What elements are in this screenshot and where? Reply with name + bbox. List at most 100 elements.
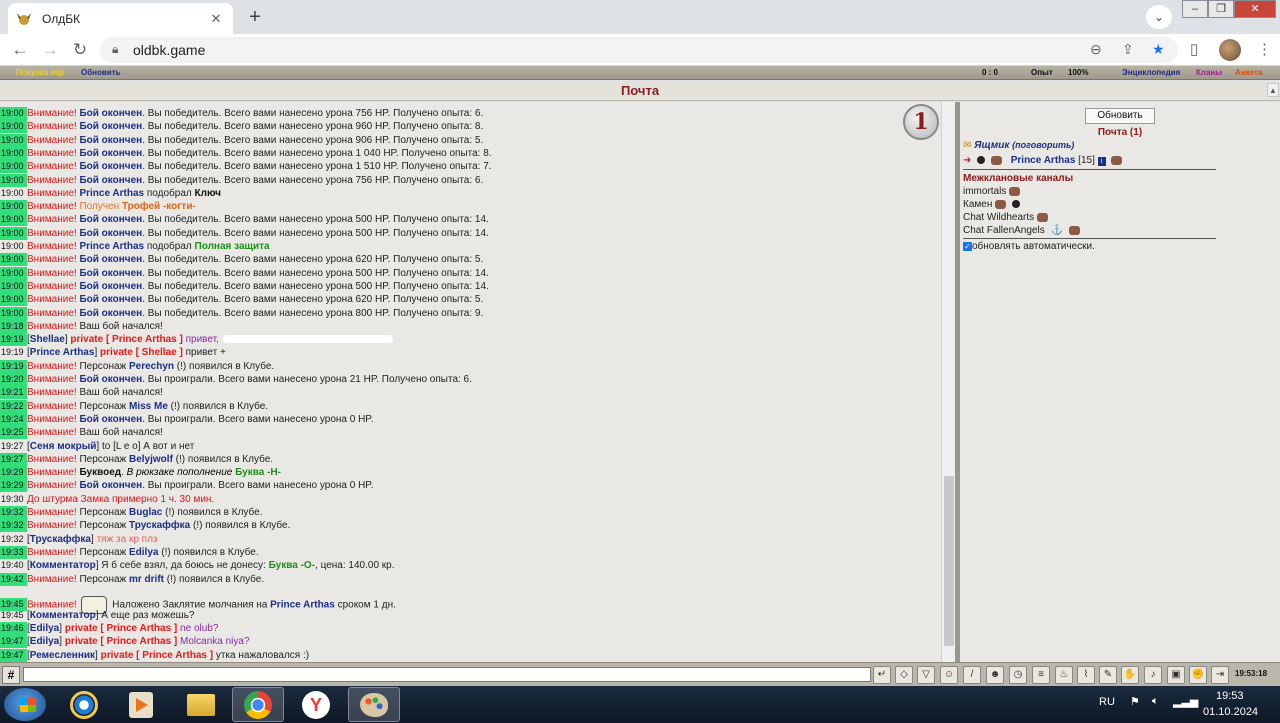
message-timestamp[interactable]: 19:47: [0, 648, 27, 662]
message-timestamp[interactable]: 19:46: [0, 622, 27, 636]
player-link[interactable]: private [ Prince Arthas ]: [65, 623, 177, 634]
new-tab-button[interactable]: +: [242, 5, 268, 31]
player-link[interactable]: Бой окончен: [79, 175, 142, 186]
player-link[interactable]: Бой окончен: [79, 161, 142, 172]
player-link[interactable]: Комментатор: [30, 560, 96, 571]
media-player-taskbar-button[interactable]: [115, 687, 167, 722]
auto-refresh-checkbox[interactable]: ✓: [963, 241, 972, 251]
player-link[interactable]: Buglac: [129, 507, 162, 518]
share-icon[interactable]: ⇪: [1122, 41, 1134, 58]
channel-row[interactable]: Chat Wildhearts: [963, 211, 1049, 224]
message-timestamp[interactable]: 19:19: [0, 346, 27, 359]
message-timestamp[interactable]: 19:00: [0, 226, 27, 240]
chrome-taskbar-button[interactable]: [232, 687, 284, 722]
message-timestamp[interactable]: 19:18: [0, 319, 27, 333]
player-link[interactable]: Бой окончен: [79, 294, 142, 305]
tray-time[interactable]: 19:53: [1216, 690, 1244, 702]
side-panel-icon[interactable]: ▯: [1190, 40, 1198, 58]
network-icon[interactable]: ▂▃▅: [1173, 695, 1198, 708]
explorer-taskbar-button[interactable]: [175, 687, 227, 722]
forward-arrow-icon[interactable]: →: [38, 38, 62, 62]
player-link[interactable]: Ремесленник: [30, 650, 95, 661]
message-timestamp[interactable]: 19:00: [0, 266, 27, 280]
refresh-button[interactable]: Обновить: [1085, 108, 1155, 124]
close-window-icon[interactable]: ✕: [1234, 0, 1276, 18]
message-timestamp[interactable]: 19:00: [0, 253, 27, 267]
message-timestamp[interactable]: 19:32: [0, 533, 27, 546]
message-timestamp[interactable]: 19:32: [0, 519, 27, 533]
message-timestamp[interactable]: 19:42: [0, 572, 27, 586]
language-indicator[interactable]: RU: [1099, 696, 1115, 708]
player-link[interactable]: Edilya: [30, 636, 59, 647]
player-link[interactable]: Трускаффка: [30, 534, 91, 545]
profile-avatar[interactable]: [1219, 39, 1241, 61]
player-link[interactable]: Prince Arthas: [270, 599, 335, 610]
message-timestamp[interactable]: 19:00: [0, 173, 27, 187]
message-timestamp[interactable]: 19:00: [0, 187, 27, 200]
player-link[interactable]: private [ Prince Arthas ]: [70, 334, 182, 345]
message-timestamp[interactable]: 19:00: [0, 306, 27, 320]
eraser-icon[interactable]: ◇: [895, 666, 913, 684]
player-link[interactable]: Бой окончен: [79, 268, 142, 279]
player-link[interactable]: private [ Prince Arthas ]: [65, 636, 177, 647]
player-link[interactable]: Бой окончен: [79, 121, 142, 132]
chat-scrollbar[interactable]: [941, 102, 955, 662]
browser-tab[interactable]: ОлдБК ✕: [8, 3, 233, 34]
smiley-icon[interactable]: ☻: [986, 666, 1004, 684]
player-link[interactable]: Edilya: [30, 623, 59, 634]
message-timestamp[interactable]: 19:32: [0, 506, 27, 519]
ie-taskbar-button[interactable]: [58, 687, 110, 722]
player-link[interactable]: Комментатор: [30, 610, 96, 621]
player-link[interactable]: private [ Prince Arthas ]: [101, 650, 213, 661]
reload-icon[interactable]: ↻: [68, 38, 92, 62]
player-link[interactable]: Prince Arthas: [30, 347, 95, 358]
scrollbar-thumb[interactable]: [944, 476, 954, 646]
message-timestamp[interactable]: 19:19: [0, 333, 27, 347]
player-link[interactable]: Бой окончен: [79, 480, 142, 491]
channel-row[interactable]: Камен: [963, 198, 1021, 211]
channel-name[interactable]: Chat Wildhearts: [963, 212, 1034, 223]
channel-hash-button[interactable]: #: [2, 666, 20, 684]
message-timestamp[interactable]: 19:25: [0, 426, 27, 440]
message-timestamp[interactable]: 19:00: [0, 293, 27, 307]
translit-icon[interactable]: ≡: [1032, 666, 1050, 684]
message-timestamp[interactable]: 19:33: [0, 545, 27, 559]
bag-icon[interactable]: ▣: [1167, 666, 1185, 684]
profile-link[interactable]: Анкета: [1235, 66, 1262, 80]
message-timestamp[interactable]: 19:00: [0, 200, 27, 214]
exit-icon[interactable]: ⇥: [1211, 666, 1229, 684]
feather-icon[interactable]: ✎: [1099, 666, 1117, 684]
send-icon[interactable]: ↵: [873, 666, 891, 684]
clip-icon[interactable]: ⌇: [1077, 666, 1095, 684]
menu-kebab-icon[interactable]: ⋮: [1257, 40, 1272, 58]
talk-link[interactable]: (поговорить): [1012, 140, 1074, 150]
message-timestamp[interactable]: 19:00: [0, 107, 27, 120]
player-link[interactable]: Prince Arthas: [79, 241, 144, 252]
mailbox-name[interactable]: Ящмик: [974, 140, 1009, 151]
zoom-icon[interactable]: ⊖: [1090, 41, 1102, 58]
player-link[interactable]: Бой окончен: [79, 108, 142, 119]
message-timestamp[interactable]: 19:00: [0, 160, 27, 174]
channel-name[interactable]: Камен: [963, 199, 992, 210]
player-link[interactable]: Сеня мокрый: [30, 441, 97, 452]
speaker-icon[interactable]: 🔈︎: [1152, 695, 1159, 708]
player-link[interactable]: Бой окончен: [79, 228, 142, 239]
ear-icon[interactable]: ♪: [1144, 666, 1162, 684]
player-link[interactable]: Бой окончен: [79, 281, 142, 292]
message-timestamp[interactable]: 19:00: [0, 213, 27, 227]
player-link[interactable]: Бой окончен: [79, 374, 142, 385]
player-link[interactable]: Бой окончен: [79, 148, 142, 159]
filter-icon[interactable]: ▽: [917, 666, 935, 684]
player-link[interactable]: Бой окончен: [79, 254, 142, 265]
paint-taskbar-button[interactable]: [348, 687, 400, 722]
channel-row[interactable]: Chat FallenAngels ⚓: [963, 224, 1081, 237]
message-timestamp[interactable]: 19:19: [0, 359, 27, 373]
message-timestamp[interactable]: 19:27: [0, 440, 27, 453]
message-timestamp[interactable]: 19:40: [0, 559, 27, 572]
player-name[interactable]: Prince Arthas: [1011, 155, 1076, 166]
bookmark-star-icon[interactable]: ★: [1152, 41, 1165, 58]
message-timestamp[interactable]: 19:45: [0, 609, 27, 622]
player-link[interactable]: Бой окончен: [79, 135, 142, 146]
message-timestamp[interactable]: 19:27: [0, 452, 27, 466]
channel-name[interactable]: Chat FallenAngels: [963, 225, 1045, 236]
